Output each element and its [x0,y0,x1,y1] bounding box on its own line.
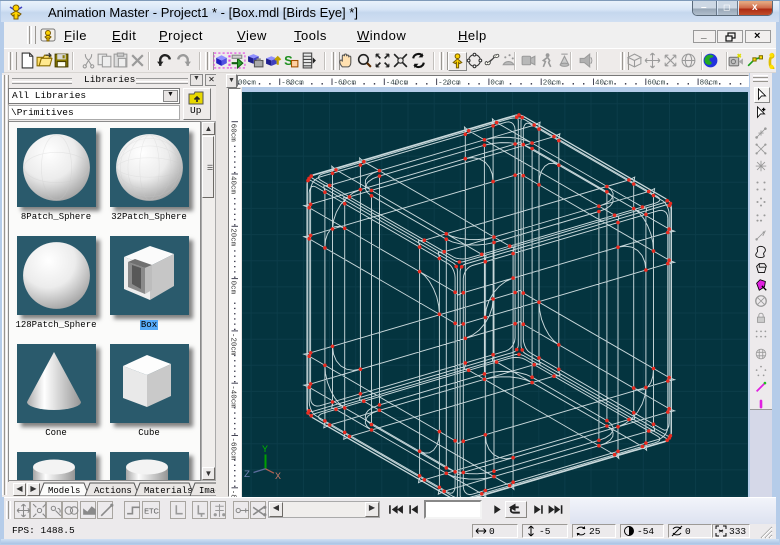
svg-text:ETC: ETC [144,507,159,516]
svg-text:Y: Y [262,445,268,456]
svg-text:60cm: 60cm [229,124,237,143]
svg-text:Models: Models [48,486,80,496]
svg-text:20cm: 20cm [229,228,237,247]
svg-text:Z: Z [244,470,250,481]
svg-text:-100cm: -100cm [238,80,256,88]
svg-text:-40cm: -40cm [229,385,237,408]
svg-text:0cm: 0cm [229,281,237,295]
svg-text:0cm: 0cm [490,80,504,88]
svg-text:-20cm: -20cm [229,333,237,356]
svg-text:X: X [275,472,281,483]
svg-text:-60cm: -60cm [229,438,237,461]
svg-text:40cm: 40cm [229,176,237,195]
svg-text:Actions: Actions [94,486,132,496]
svg-text:Materials: Materials [144,486,193,496]
